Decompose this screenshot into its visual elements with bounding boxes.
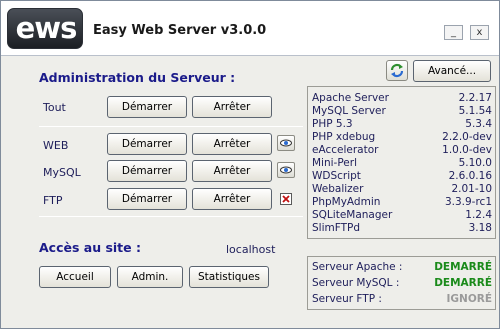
home-button[interactable]: Accueil (39, 266, 111, 288)
ews-logo: ews (7, 8, 83, 49)
status-name: Serveur FTP : (312, 293, 382, 305)
status-value: DEMARRÉ (434, 261, 492, 273)
close-button[interactable]: x (470, 25, 489, 40)
logo-text: ews (15, 11, 78, 45)
component-name: Apache Server (312, 92, 389, 104)
component-name: SlimFTPd (312, 222, 360, 234)
refresh-button[interactable] (386, 60, 408, 81)
version-row: MySQL Server 5.1.54 (312, 105, 492, 117)
stop-all-button[interactable]: Arrêter (192, 96, 272, 118)
access-section-title: Accès au site : (39, 240, 141, 255)
status-row: Serveur FTP : IGNORÉ (312, 293, 492, 307)
stop-mysql-button[interactable]: Arrêter (192, 160, 272, 182)
component-name: SQLiteManager (312, 209, 393, 221)
version-row: eAccelerator 1.0.0-dev (312, 144, 492, 156)
version-row: SlimFTPd 3.18 (312, 222, 492, 234)
minimize-button[interactable]: _ (444, 25, 463, 40)
status-name: Serveur Apache : (312, 261, 403, 273)
x-mark-icon (282, 195, 290, 203)
component-name: eAccelerator (312, 144, 379, 156)
mysql-settings-button[interactable] (277, 162, 295, 178)
admin-section-title: Administration du Serveur : (39, 70, 236, 85)
status-row: Serveur Apache : DEMARRÉ (312, 261, 492, 275)
component-version: 3.18 (468, 222, 492, 234)
stats-button[interactable]: Statistiques (189, 266, 269, 288)
host-value: localhost (226, 243, 276, 256)
row-label-mysql: MySQL (43, 166, 81, 179)
window-title: Easy Web Server v3.0.0 (93, 23, 267, 38)
version-row: WDScript 2.6.0.16 (312, 170, 492, 182)
component-version: 3.3.9-rc1 (444, 196, 492, 208)
status-row: Serveur MySQL : DEMARRÉ (312, 277, 492, 291)
status-panel: Serveur Apache : DEMARRÉ Serveur MySQL : D… (307, 256, 496, 310)
status-value: DEMARRÉ (434, 277, 492, 289)
version-row: PHP 5.3 5.3.4 (312, 118, 492, 130)
stop-web-button[interactable]: Arrêter (192, 133, 272, 155)
component-name: Mini-Perl (312, 157, 357, 169)
version-row: Webalizer 2.01-10 (312, 183, 492, 195)
component-version: 5.3.4 (465, 118, 492, 130)
eye-icon (280, 139, 292, 147)
component-version: 2.2.0-dev (442, 131, 492, 143)
component-name: MySQL Server (312, 105, 386, 117)
web-settings-button[interactable] (277, 135, 295, 151)
start-ftp-button[interactable]: Démarrer (107, 188, 187, 210)
start-all-button[interactable]: Démarrer (107, 96, 187, 118)
component-version: 2.6.0.16 (448, 170, 492, 182)
status-value: IGNORÉ (446, 293, 493, 305)
component-name: PhpMyAdmin (312, 196, 381, 208)
component-version: 2.01-10 (451, 183, 492, 195)
refresh-icon (390, 63, 404, 78)
eye-icon (280, 166, 292, 174)
app-window: ews Easy Web Server v3.0.0 _ x Administr… (0, 0, 500, 329)
version-row: Mini-Perl 5.10.0 (312, 157, 492, 169)
stop-ftp-button[interactable]: Arrêter (192, 188, 272, 210)
start-web-button[interactable]: Démarrer (107, 133, 187, 155)
admin-panel: Administration du Serveur : Tout Démarre… (5, 59, 303, 324)
version-row: PHP xdebug 2.2.0-dev (312, 131, 492, 143)
component-version: 5.10.0 (458, 157, 492, 169)
advanced-button[interactable]: Avancé... (413, 60, 491, 82)
component-name: WDScript (312, 170, 361, 182)
start-mysql-button[interactable]: Démarrer (107, 160, 187, 182)
ftp-disabled-checkbox[interactable] (280, 193, 292, 205)
component-name: PHP 5.3 (312, 118, 353, 130)
status-name: Serveur MySQL : (312, 277, 400, 289)
versions-panel: Apache Server 2.2.17 MySQL Server 5.1.54 P… (307, 86, 496, 239)
title-bar: ews Easy Web Server v3.0.0 _ x (1, 1, 499, 56)
version-row: Apache Server 2.2.17 (312, 92, 492, 104)
row-label-ftp: FTP (43, 194, 63, 207)
component-version: 1.0.0-dev (442, 144, 492, 156)
component-version: 5.1.54 (458, 105, 492, 117)
version-row: SQLiteManager 1.2.4 (312, 209, 492, 221)
version-row: PhpMyAdmin 3.3.9-rc1 (312, 196, 492, 208)
admin-button[interactable]: Admin. (117, 266, 183, 288)
component-version: 1.2.4 (465, 209, 492, 221)
row-label-web: WEB (43, 139, 69, 152)
component-name: Webalizer (312, 183, 364, 195)
separator (39, 216, 303, 217)
component-version: 2.2.17 (458, 92, 492, 104)
row-label-tout: Tout (43, 101, 66, 114)
separator (39, 126, 303, 127)
component-name: PHP xdebug (312, 131, 376, 143)
